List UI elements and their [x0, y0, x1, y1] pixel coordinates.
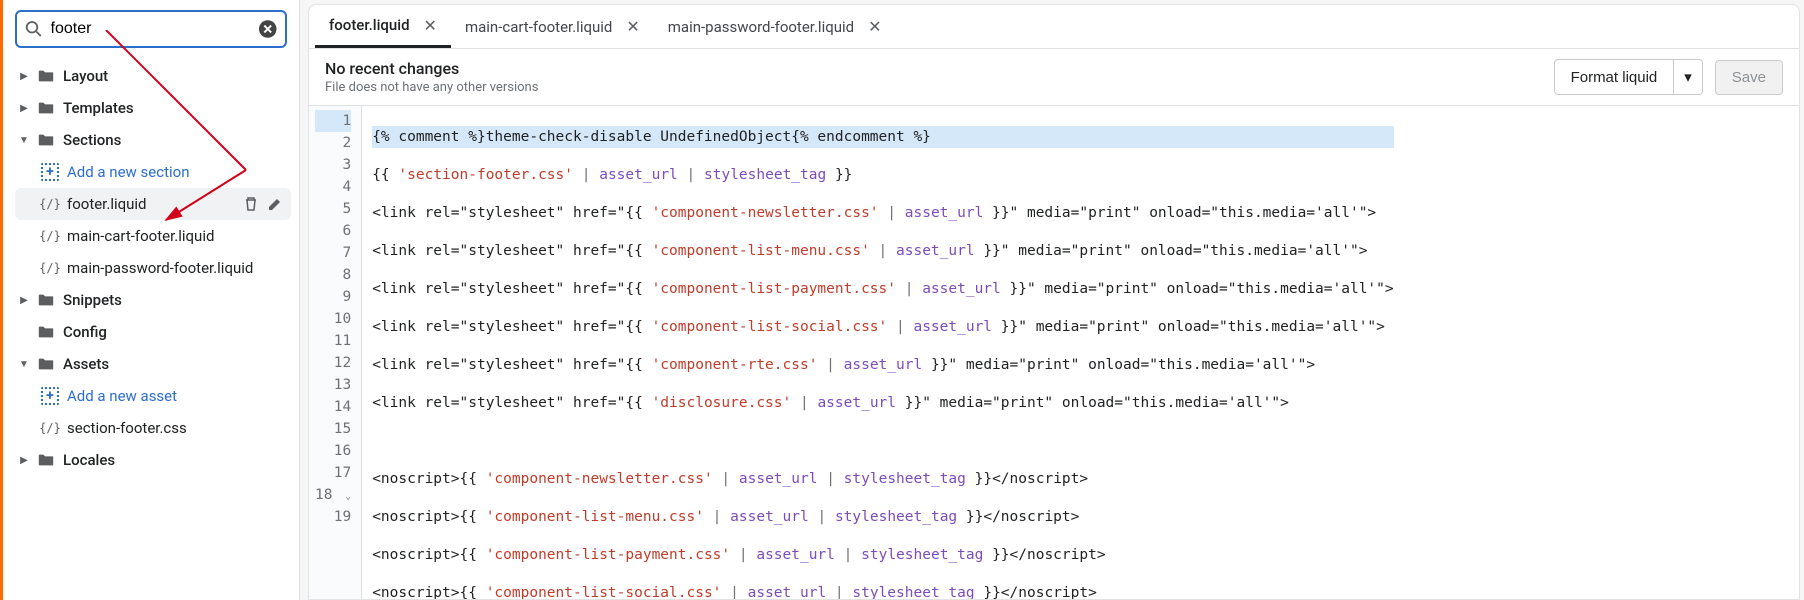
folder-layout[interactable]: ▶ Layout — [11, 60, 291, 92]
file-main-cart-footer[interactable]: {/} main-cart-footer.liquid — [15, 220, 291, 252]
folder-label: Assets — [63, 355, 283, 373]
liquid-file-icon: {/} — [41, 419, 59, 437]
folder-label: Config — [63, 323, 283, 341]
line-gutter: 123456789101112131415161718 ⌄19 — [309, 106, 362, 599]
tab-footer-liquid[interactable]: footer.liquid ✕ — [315, 5, 451, 48]
liquid-file-icon: {/} — [41, 227, 59, 245]
format-dropdown-button[interactable]: ▾ — [1674, 59, 1703, 95]
file-section-footer-css[interactable]: {/} section-footer.css — [15, 412, 291, 444]
folder-icon — [37, 452, 55, 468]
folder-snippets[interactable]: ▶ Snippets — [11, 284, 291, 316]
liquid-file-icon: {/} — [41, 259, 59, 277]
add-asset-link[interactable]: + Add a new asset — [15, 380, 291, 412]
delete-icon[interactable] — [243, 196, 259, 212]
search-icon — [25, 20, 43, 38]
chevron-down-icon: ▼ — [19, 135, 29, 145]
chevron-right-icon: ▶ — [19, 455, 29, 465]
file-label: main-cart-footer.liquid — [67, 227, 283, 245]
add-asset-label: Add a new asset — [67, 387, 283, 405]
format-liquid-button[interactable]: Format liquid — [1554, 59, 1675, 95]
tab-label: main-cart-footer.liquid — [465, 18, 612, 36]
file-label: main-password-footer.liquid — [67, 259, 283, 277]
editor-toolbar: No recent changes File does not have any… — [309, 49, 1799, 106]
file-main-password-footer[interactable]: {/} main-password-footer.liquid — [15, 252, 291, 284]
editor-pane: footer.liquid ✕ main-cart-footer.liquid … — [308, 4, 1800, 600]
close-icon[interactable]: ✕ — [868, 17, 881, 36]
close-icon[interactable]: ✕ — [424, 16, 437, 35]
add-section-label: Add a new section — [67, 163, 283, 181]
folder-label: Snippets — [63, 291, 283, 309]
chevron-right-icon: ▶ — [19, 103, 29, 113]
folder-assets[interactable]: ▼ Assets — [11, 348, 291, 380]
tab-label: main-password-footer.liquid — [668, 18, 854, 36]
chevron-right-icon: ▶ — [19, 71, 29, 81]
search-input[interactable] — [51, 20, 258, 38]
changes-subtitle: File does not have any other versions — [325, 80, 538, 95]
folder-icon — [37, 132, 55, 148]
folder-label: Layout — [63, 67, 283, 85]
chevron-right-icon: ▶ — [19, 295, 29, 305]
folder-sections[interactable]: ▼ Sections — [11, 124, 291, 156]
folder-icon — [37, 324, 55, 340]
folder-label: Locales — [63, 451, 283, 469]
add-section-link[interactable]: + Add a new section — [15, 156, 291, 188]
folder-label: Sections — [63, 131, 283, 149]
file-footer-liquid[interactable]: {/} footer.liquid — [15, 188, 291, 220]
edit-icon[interactable] — [267, 196, 283, 212]
add-icon: + — [41, 387, 59, 405]
tab-label: footer.liquid — [329, 16, 410, 34]
folder-icon — [37, 100, 55, 116]
code-body[interactable]: {% comment %}theme-check-disable Undefin… — [362, 106, 1393, 599]
changes-title: No recent changes — [325, 59, 538, 78]
close-icon[interactable]: ✕ — [626, 17, 639, 36]
file-tree-sidebar: ▶ Layout ▶ Templates ▼ Sections + Add a … — [0, 0, 300, 600]
clear-search-icon[interactable] — [258, 19, 277, 39]
folder-locales[interactable]: ▶ Locales — [11, 444, 291, 476]
file-label: footer.liquid — [67, 195, 235, 213]
search-box[interactable] — [15, 10, 287, 48]
folder-icon — [37, 68, 55, 84]
file-label: section-footer.css — [67, 419, 283, 437]
folder-icon — [37, 292, 55, 308]
folder-icon — [37, 356, 55, 372]
chevron-down-icon: ▼ — [19, 359, 29, 369]
save-button[interactable]: Save — [1715, 60, 1783, 95]
code-editor[interactable]: 123456789101112131415161718 ⌄19 {% comme… — [309, 106, 1799, 599]
add-icon: + — [41, 163, 59, 181]
editor-tabs: footer.liquid ✕ main-cart-footer.liquid … — [309, 5, 1799, 49]
tab-main-cart-footer[interactable]: main-cart-footer.liquid ✕ — [451, 5, 654, 48]
liquid-file-icon: {/} — [41, 195, 59, 213]
folder-config[interactable]: Config — [11, 316, 291, 348]
folder-templates[interactable]: ▶ Templates — [11, 92, 291, 124]
tab-main-password-footer[interactable]: main-password-footer.liquid ✕ — [654, 5, 896, 48]
folder-label: Templates — [63, 99, 283, 117]
